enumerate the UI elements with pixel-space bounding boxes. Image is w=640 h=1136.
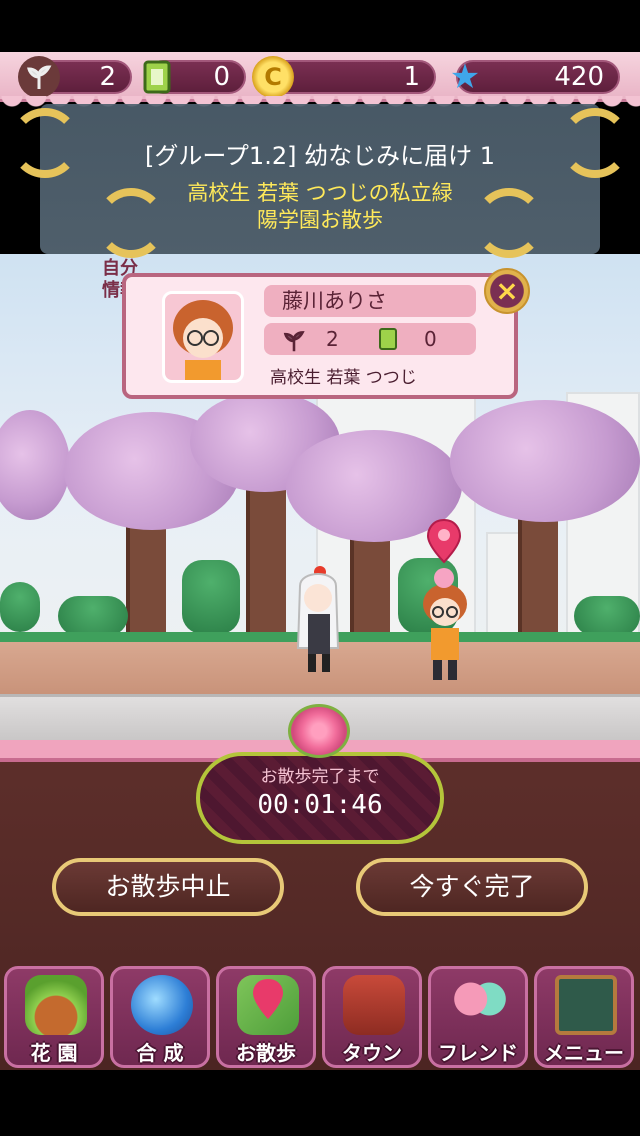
complete-now-label: 今すぐ完了 [409,872,535,901]
player-info-card: 藤川ありさ 2 0 高校生 若葉 つつじ [122,273,518,399]
sprout-icon [282,323,306,355]
game-screen: 2 0 1 C 420 ★ [グループ1.2] 幼なじみに届け 1 高校生 若葉… [0,0,640,1136]
cherry-tree [450,400,640,522]
hedge [58,596,128,636]
player-name: 藤川ありさ [264,285,476,317]
menu-board-icon [555,975,617,1035]
quest-title: [グループ1.2] 幼なじみに届け 1 [145,142,495,170]
nav-menu[interactable]: メニュー [534,966,634,1068]
resource-bar: 2 0 1 C 420 ★ [0,52,640,102]
tree-trunk [246,470,286,634]
gold-scroll-ornament [10,108,80,178]
rose-icon [288,704,350,758]
player-stats: 2 0 [264,323,476,355]
nav-synthesis[interactable]: 合 成 [110,966,210,1068]
stop-walk-button[interactable]: お散歩中止 [52,858,284,916]
player-status: 高校生 若葉 つつじ [270,368,417,388]
potion-icon [131,975,193,1035]
gold-scroll-ornament [474,188,544,258]
walk-timer: お散歩完了まで 00:01:46 [196,752,444,844]
nav-synthesis-label: 合 成 [136,1041,184,1065]
nav-garden-label: 花 園 [30,1041,78,1065]
green-card-icon [136,56,178,98]
close-button[interactable]: × [484,268,530,314]
hedge [0,582,40,632]
hedge [182,560,240,634]
coins-value: 1 [403,62,420,92]
green-card-icon [378,327,398,360]
nav-menu-label: メニュー [544,1041,624,1065]
stars-value: 420 [554,62,604,92]
stop-walk-label: お散歩中止 [105,872,231,901]
timer-value: 00:01:46 [257,790,383,820]
cards-value: 0 [213,62,230,92]
friends-icon [449,975,511,1035]
flowerpot-icon [25,975,87,1035]
map-pin-icon [237,975,299,1035]
avatar [162,291,244,383]
close-icon: × [495,274,519,307]
sprout-icon [18,56,60,98]
nav-town-label: タウン [342,1041,402,1065]
timer-label: お散歩完了まで [260,767,380,787]
bottom-nav: 花 園 合 成 お散歩 タウン フレンド メニュー [0,966,640,1070]
nav-garden[interactable]: 花 園 [4,966,104,1068]
location-pin-icon [426,518,462,588]
white-haired-character[interactable] [292,566,344,676]
castle-icon [343,975,405,1035]
nav-friend-label: フレンド [438,1041,518,1065]
gold-scroll-ornament [560,108,630,178]
nav-walk[interactable]: お散歩 [216,966,316,1068]
complete-now-button[interactable]: 今すぐ完了 [356,858,588,916]
star-plus-icon[interactable]: ★ [444,56,486,98]
brown-haired-character[interactable] [418,580,472,684]
nav-town[interactable]: タウン [322,966,422,1068]
player-cards: 0 [424,327,437,351]
gold-scroll-ornament [96,188,166,258]
coin-plus-icon[interactable]: C [252,56,294,98]
nav-friend[interactable]: フレンド [428,966,528,1068]
seeds-value: 2 [99,62,116,92]
nav-walk-label: お散歩 [236,1041,296,1065]
hedge [574,596,640,636]
player-seeds: 2 [326,327,339,351]
